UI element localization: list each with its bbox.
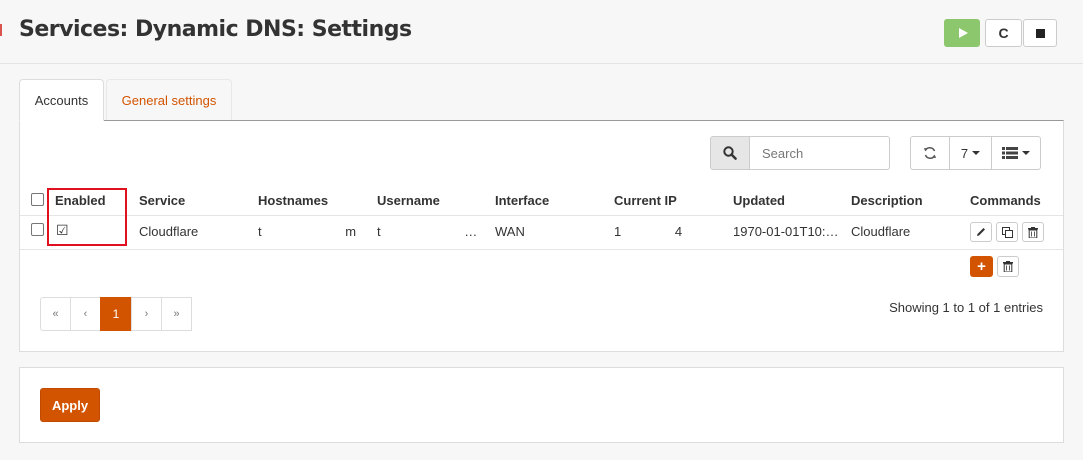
pencil-icon xyxy=(977,228,985,236)
column-header-updated[interactable]: Updated xyxy=(733,193,785,208)
chevron-down-icon xyxy=(972,151,981,155)
entries-info: Showing 1 to 1 of 1 entries xyxy=(889,300,1043,315)
column-header-commands: Commands xyxy=(970,193,1041,208)
trash-icon xyxy=(1003,261,1013,272)
table-row-divider xyxy=(20,249,1063,250)
search-input[interactable] xyxy=(750,136,890,170)
page-size-dropdown[interactable]: 7 xyxy=(949,136,992,170)
plus-icon: + xyxy=(977,258,986,275)
cell-hostnames: t m xyxy=(258,224,357,239)
stop-icon xyxy=(1035,28,1045,38)
cell-current-ip: 1 4 xyxy=(614,224,683,239)
tab-general-settings[interactable]: General settings xyxy=(106,79,232,121)
chevron-down-icon xyxy=(1022,151,1030,155)
select-all-checkbox[interactable] xyxy=(31,193,44,206)
enabled-column-highlight xyxy=(47,188,127,246)
cell-interface: WAN xyxy=(495,224,525,239)
page-current-button[interactable]: 1 xyxy=(100,297,132,331)
restart-service-button[interactable]: C xyxy=(985,19,1022,47)
table-header-divider xyxy=(20,215,1063,216)
column-header-current-ip[interactable]: Current IP xyxy=(614,193,677,208)
column-header-interface[interactable]: Interface xyxy=(495,193,549,208)
add-account-button[interactable]: + xyxy=(970,256,993,277)
page-title: Services: Dynamic DNS: Settings xyxy=(19,17,412,42)
edit-button[interactable] xyxy=(970,222,992,242)
refresh-icon xyxy=(924,146,936,160)
page-size-value: 7 xyxy=(960,145,969,161)
play-icon xyxy=(958,28,968,38)
delete-selected-button[interactable] xyxy=(997,256,1019,277)
header-divider xyxy=(0,63,1083,64)
cell-updated: 1970-01-01T10:… xyxy=(733,224,839,239)
restart-icon: C xyxy=(998,25,1009,41)
cell-username: t … xyxy=(377,224,478,239)
copy-icon xyxy=(1001,226,1013,238)
copy-button[interactable] xyxy=(996,222,1018,242)
row-select-checkbox[interactable] xyxy=(31,223,44,236)
trash-icon xyxy=(1028,226,1038,238)
left-edge-marker xyxy=(0,24,2,36)
cell-description: Cloudflare xyxy=(851,224,911,239)
list-icon xyxy=(1002,147,1018,159)
columns-dropdown[interactable] xyxy=(991,136,1041,170)
tab-accounts[interactable]: Accounts xyxy=(19,79,104,121)
page-prev-button[interactable]: ‹ xyxy=(70,297,101,331)
search-icon[interactable] xyxy=(710,136,750,170)
column-header-description[interactable]: Description xyxy=(851,193,923,208)
page-first-button[interactable]: « xyxy=(40,297,71,331)
cell-service: Cloudflare xyxy=(139,224,199,239)
delete-button[interactable] xyxy=(1022,222,1044,242)
refresh-button[interactable] xyxy=(910,136,950,170)
start-service-button[interactable] xyxy=(944,19,980,47)
column-header-username[interactable]: Username xyxy=(377,193,440,208)
page-next-button[interactable]: › xyxy=(131,297,162,331)
search-group xyxy=(710,136,890,170)
table-toolbar: 7 xyxy=(910,136,1041,170)
column-header-service[interactable]: Service xyxy=(139,193,185,208)
page-last-button[interactable]: » xyxy=(161,297,192,331)
pagination: « ‹ 1 › » xyxy=(40,297,192,331)
stop-service-button[interactable] xyxy=(1023,19,1057,47)
column-header-hostnames[interactable]: Hostnames xyxy=(258,193,328,208)
apply-button[interactable]: Apply xyxy=(40,388,100,422)
apply-panel xyxy=(19,367,1064,443)
